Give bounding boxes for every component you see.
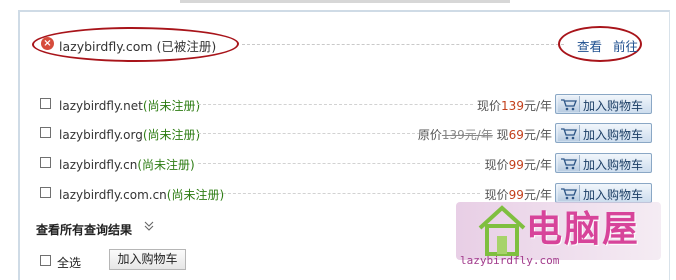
primary-domain-name: lazybirdfly.com (已被注册) [59, 39, 217, 54]
domain-status: (尚未注册) [137, 158, 195, 172]
domain-price: 现价99元/年 [484, 158, 552, 172]
watermark-url: lazybirdfly.com [460, 254, 560, 267]
cart-icon [558, 96, 580, 112]
primary-domain-row: × lazybirdfly.com (已被注册) 查看 前往 [22, 26, 660, 62]
add-to-cart-button-org[interactable]: 加入购物车 [555, 123, 652, 143]
select-all-checkbox[interactable] [40, 255, 51, 266]
domain-name: lazybirdfly.com.cn(尚未注册) [59, 188, 225, 202]
domain-row-cn: lazybirdfly.cn(尚未注册) 现价99元/年 加入购物车 [40, 153, 660, 175]
domain-status: (尚未注册) [166, 188, 225, 202]
divider-dashed [198, 104, 473, 105]
select-all-label: 全选 [57, 256, 82, 270]
bulk-actions: 全选 加入购物车 [40, 249, 240, 271]
view-link[interactable]: 查看 [577, 36, 602, 55]
divider-dashed [198, 163, 480, 164]
house-icon [476, 204, 528, 258]
add-to-cart-button-net[interactable]: 加入购物车 [555, 94, 652, 114]
domain-checkbox-com-cn[interactable] [40, 187, 51, 198]
domain-checkbox-cn[interactable] [40, 157, 51, 168]
divider-dashed [218, 193, 480, 194]
domain-status: (尚未注册) [142, 128, 201, 142]
domain-price: 原价139元/年 现69元/年 [417, 128, 552, 142]
domain-checkbox-org[interactable] [40, 127, 51, 138]
top-divider [180, 0, 510, 3]
add-to-cart-button-cn[interactable]: 加入购物车 [555, 153, 652, 173]
add-to-cart-label: 加入购物车 [583, 99, 644, 113]
chevron-down-icon[interactable] [144, 220, 154, 235]
error-x-icon: × [41, 37, 54, 50]
domain-row-net: lazybirdfly.net(尚未注册) 现价139元/年 加入购物车 [40, 94, 660, 116]
divider-dashed [242, 44, 564, 45]
domain-price: 现价139元/年 [477, 99, 552, 113]
view-all-results-link[interactable]: 查看所有查询结果 [36, 221, 132, 238]
add-to-cart-label: 加入购物车 [583, 128, 644, 142]
go-link[interactable]: 前往 [613, 36, 638, 55]
cart-icon [558, 125, 580, 141]
cart-icon [558, 155, 580, 171]
domain-status: (尚未注册) [142, 99, 201, 113]
bulk-add-to-cart-button[interactable]: 加入购物车 [109, 249, 186, 270]
add-to-cart-label: 加入购物车 [583, 158, 644, 172]
watermark-logo: 电脑屋 lazybirdfly.com [456, 198, 676, 272]
domain-row-org: lazybirdfly.org(尚未注册) 原价139元/年 现69元/年 加入… [40, 123, 660, 145]
domain-checkbox-net[interactable] [40, 98, 51, 109]
domain-name: lazybirdfly.net(尚未注册) [59, 99, 201, 113]
watermark-title: 电脑屋 [526, 209, 641, 250]
domain-name: lazybirdfly.org(尚未注册) [59, 128, 201, 142]
divider-dashed [198, 133, 420, 134]
original-price: 139元/年 [441, 128, 493, 142]
domain-name: lazybirdfly.cn(尚未注册) [59, 158, 195, 172]
